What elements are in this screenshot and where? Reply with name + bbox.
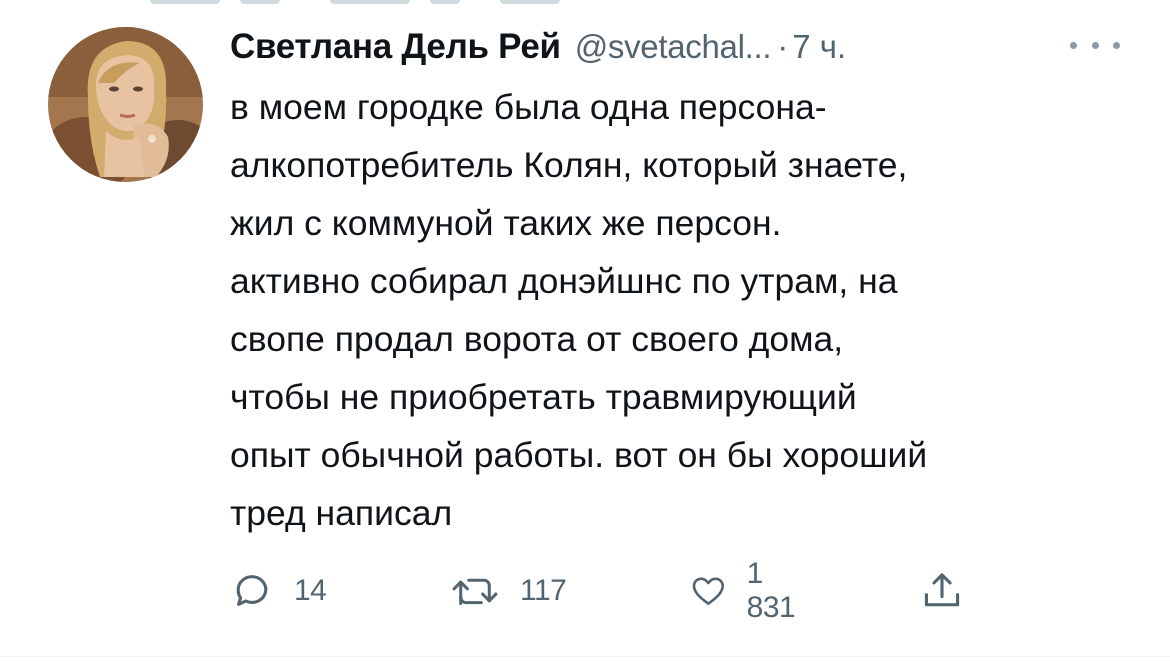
tweet-divider	[0, 656, 1170, 657]
share-button[interactable]	[920, 563, 964, 619]
author-handle[interactable]: @svetachal...	[575, 28, 772, 66]
separator: ·	[777, 28, 789, 65]
more-icon-dot	[1113, 41, 1120, 49]
retweet-icon	[452, 578, 498, 606]
tweet-text-line: опыт обычной работы. вот он бы хороший	[230, 435, 928, 475]
tweet-text-line: алкопотребитель Колян, который знаете,	[230, 145, 908, 185]
author-name[interactable]: Светлана Дель Рей	[230, 27, 561, 67]
tweet-text-line: чтобы не приобретать травмирующий	[230, 377, 857, 417]
tweet-timestamp[interactable]: 7 ч.	[792, 28, 846, 66]
more-icon-dot	[1091, 41, 1099, 49]
more-button[interactable]	[1070, 30, 1120, 60]
tweet-text-line: активно собирал донэйшнс по утрам, на	[230, 261, 898, 301]
tweet-text-line: свопе продал ворота от своего дома,	[230, 319, 844, 359]
reply-icon	[236, 575, 268, 606]
share-icon	[924, 573, 960, 607]
tweet-text: в моем городке была одна персона- алкопо…	[230, 78, 1150, 542]
previous-tweet-edge	[0, 0, 1170, 6]
tweet-text-line: в моем городке была одна персона-	[230, 87, 827, 127]
like-button[interactable]: 1 831	[690, 557, 805, 624]
reply-count: 14	[294, 574, 327, 607]
tweet-text-line: жил с коммуной таких же персон.	[230, 203, 782, 243]
retweet-count: 117	[520, 574, 567, 607]
like-count: 1 831	[746, 557, 796, 624]
heart-icon	[692, 577, 724, 605]
avatar[interactable]	[48, 27, 203, 182]
tweet-text-line: тред написал	[230, 493, 453, 533]
more-icon	[1070, 41, 1077, 49]
tweet-header: Светлана Дель Рей @svetachal... · 7 ч.	[230, 24, 846, 70]
retweet-button[interactable]: 117	[450, 563, 567, 619]
reply-button[interactable]: 14	[230, 563, 327, 619]
